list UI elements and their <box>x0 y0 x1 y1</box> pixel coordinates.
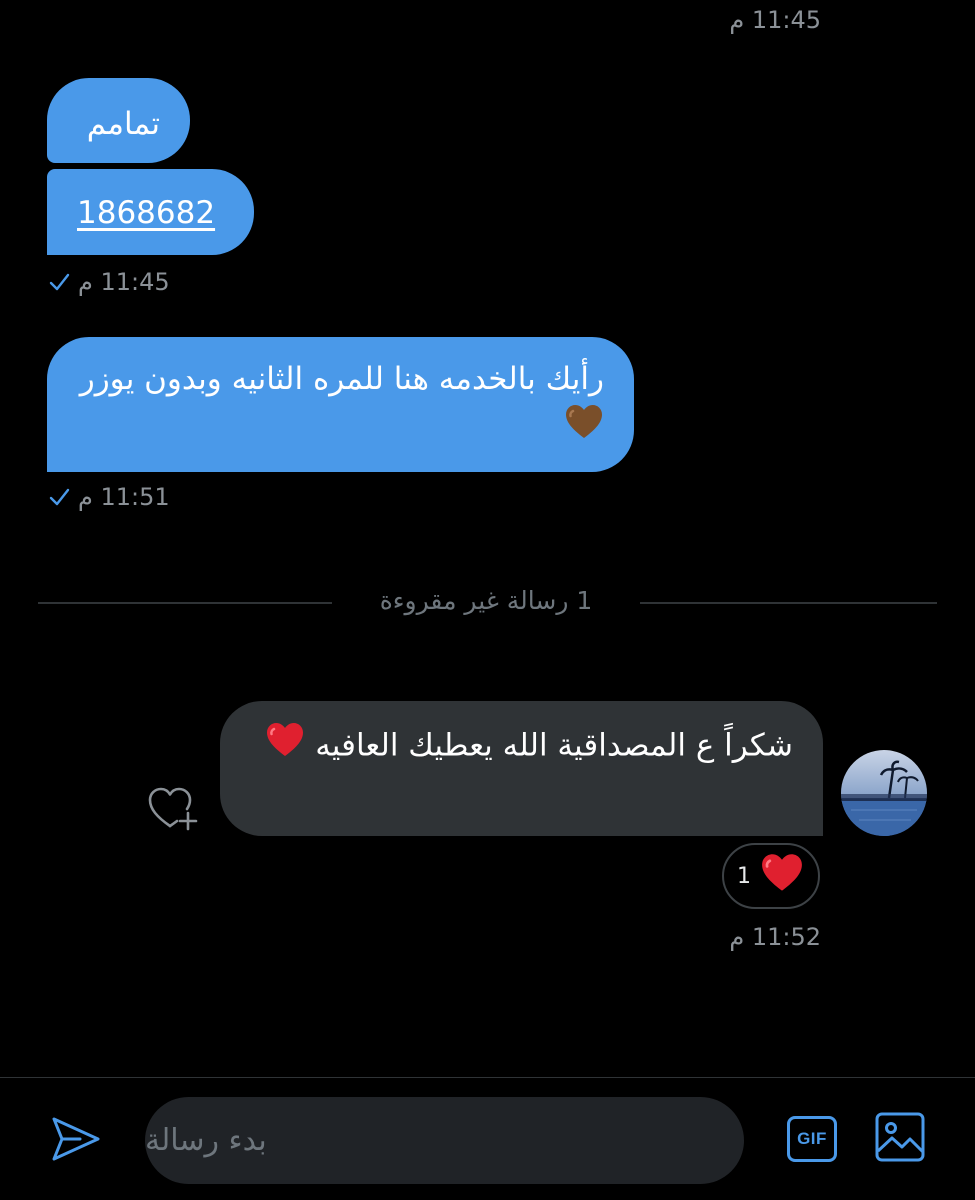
send-icon <box>50 1115 102 1167</box>
unread-divider-label: 1 رسالة غير مقروءة <box>379 586 593 615</box>
gif-button[interactable]: GIF <box>784 1113 840 1165</box>
read-check-icon <box>48 271 70 293</box>
brown-heart-icon <box>564 403 604 455</box>
read-check-icon <box>48 486 70 508</box>
gif-icon: GIF <box>787 1116 837 1162</box>
heart-plus-icon <box>143 782 201 836</box>
message-text: تمامم <box>86 106 160 142</box>
image-button[interactable] <box>872 1111 928 1167</box>
message-timestamp: 11:51 م <box>48 483 170 511</box>
message-timestamp: 11:45 م <box>48 268 170 296</box>
divider-line <box>640 602 937 604</box>
image-icon <box>874 1111 926 1167</box>
message-text: شكراً ع المصداقية الله يعطيك العافيه <box>315 727 793 764</box>
message-link[interactable]: 1868682 <box>77 189 215 237</box>
avatar[interactable] <box>841 750 927 836</box>
message-timestamp: 11:52 م <box>729 923 821 951</box>
sent-message-bubble[interactable]: تمامم <box>47 78 190 163</box>
message-timestamp: 11:45 م <box>729 6 821 34</box>
send-button[interactable] <box>48 1115 104 1167</box>
message-text: رأيك بالخدمه هنا للمره الثانيه وبدون يوز… <box>79 361 604 397</box>
add-reaction-button[interactable] <box>142 783 202 835</box>
divider-line <box>38 602 332 604</box>
sent-message-bubble[interactable]: رأيك بالخدمه هنا للمره الثانيه وبدون يوز… <box>47 337 634 472</box>
red-heart-icon <box>265 721 305 773</box>
red-heart-icon <box>759 852 805 900</box>
avatar-image <box>841 750 927 836</box>
reaction-pill[interactable]: 1 <box>722 843 820 909</box>
reaction-count: 1 <box>737 863 751 889</box>
received-message-bubble[interactable]: شكراً ع المصداقية الله يعطيك العافيه <box>220 701 823 836</box>
message-input[interactable]: بدء رسالة <box>145 1097 744 1184</box>
sent-message-bubble[interactable]: 1868682 <box>47 169 254 255</box>
message-input-placeholder: بدء رسالة <box>145 1123 267 1158</box>
compose-divider <box>0 1077 975 1078</box>
